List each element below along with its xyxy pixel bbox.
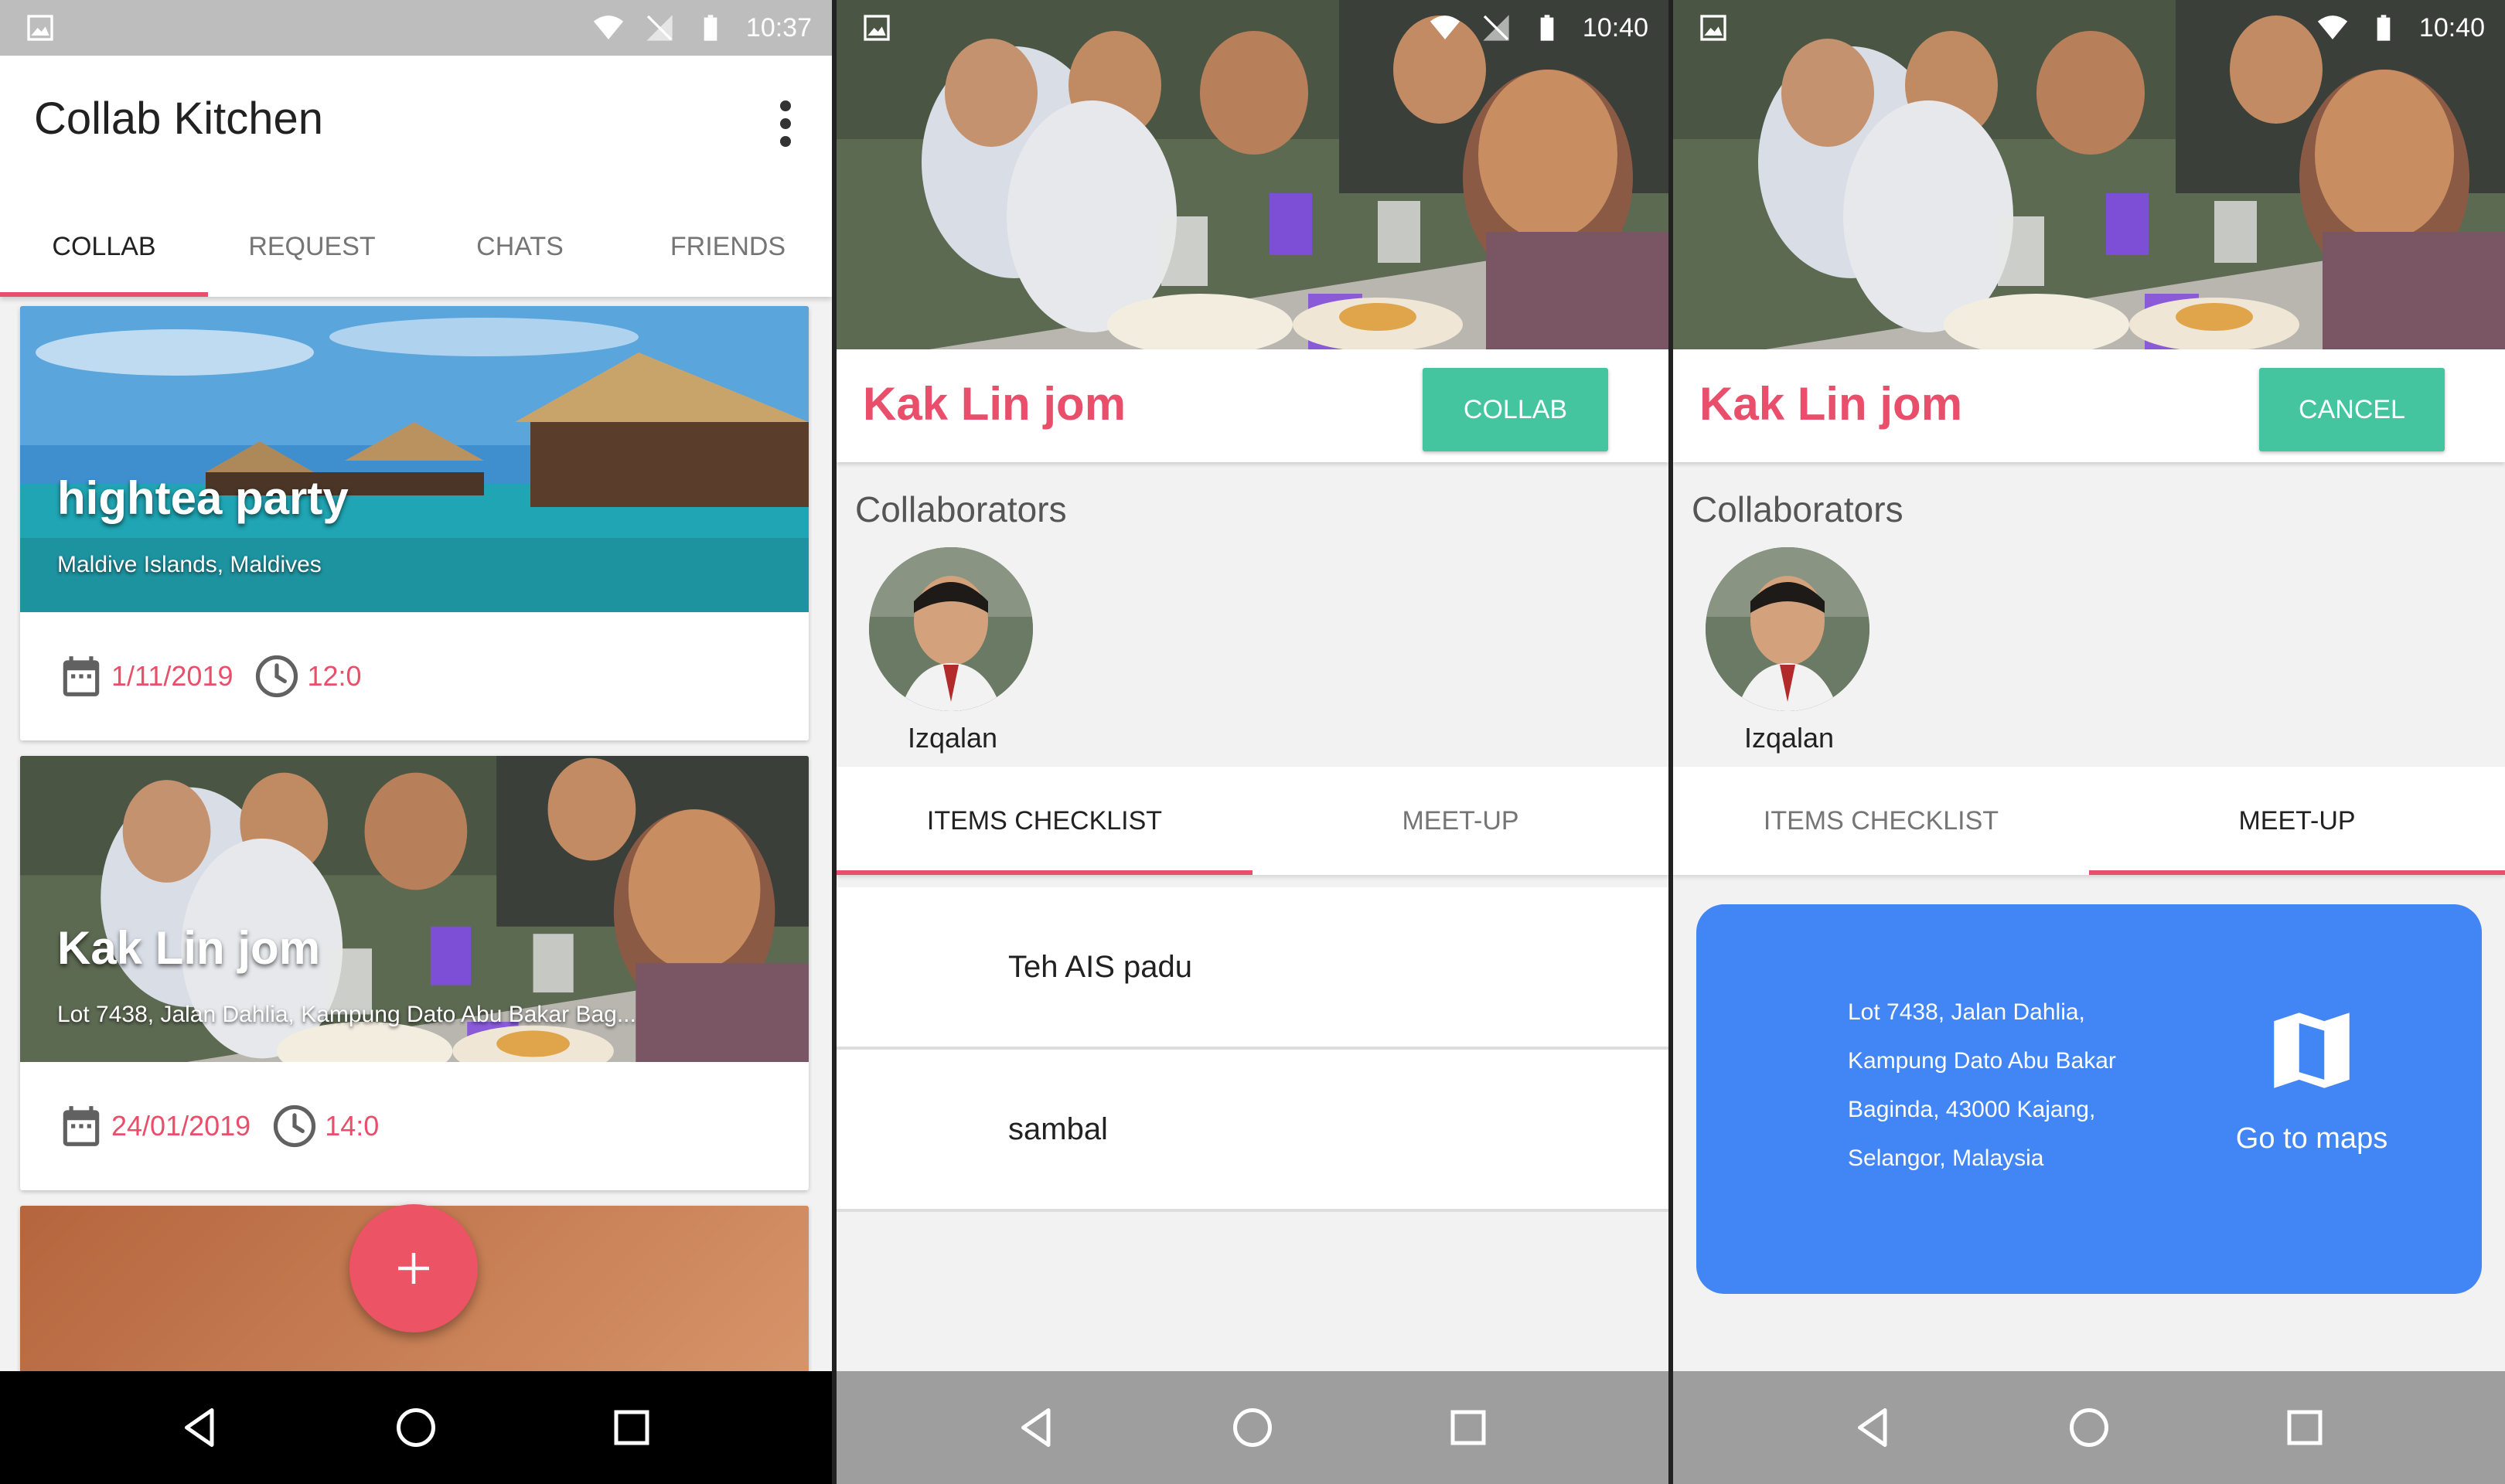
go-to-maps-button[interactable]: Go to maps: [2234, 1000, 2389, 1156]
collaborator-name: Izqalan: [907, 722, 998, 754]
event-time-text: 14:0: [325, 1110, 380, 1142]
wifi-icon: [593, 12, 624, 43]
event-card[interactable]: Kak Lin jom Lot 7438, Jalan Dahlia, Kamp…: [20, 756, 809, 1190]
status-bar: 10:40: [1673, 0, 2505, 56]
event-title: Kak Lin jom: [863, 378, 1126, 430]
address-line: Selangor, Malaysia: [1848, 1145, 2044, 1171]
status-time: 10:40: [1582, 12, 1648, 43]
recents-icon[interactable]: [2282, 1404, 2328, 1451]
screen-event-meetup: 10:40 Kak Lin jom CANCEL Collaborators I…: [1673, 0, 2505, 1484]
calendar-icon: [57, 652, 105, 700]
add-event-button[interactable]: [349, 1204, 478, 1333]
event-title-bar: Kak Lin jom CANCEL: [1673, 349, 2505, 462]
map-icon: [2261, 1000, 2362, 1101]
tab-chats[interactable]: CHATS: [416, 196, 624, 297]
address-line: Lot 7438, Jalan Dahlia,: [1848, 999, 2085, 1025]
main-tabs: COLLAB REQUEST CHATS FRIENDS: [0, 196, 832, 297]
detail-tabs: ITEMS CHECKLIST MEET-UP: [1673, 767, 2505, 875]
gallery-notification-icon: [1698, 12, 1729, 43]
list-item[interactable]: Teh AIS padu: [837, 887, 1668, 1050]
clock-icon: [253, 652, 301, 700]
more-vert-icon[interactable]: [770, 100, 801, 147]
signal-icon: [644, 12, 675, 43]
go-to-maps-label: Go to maps: [2235, 1122, 2388, 1155]
event-cover-image: Kak Lin jom Lot 7438, Jalan Dahlia, Kamp…: [20, 756, 809, 1062]
back-icon[interactable]: [177, 1404, 223, 1451]
screen-collab-list: 10:37 Collab Kitchen COLLAB REQUEST CHAT…: [0, 0, 832, 1484]
event-date: 1/11/2019: [57, 652, 233, 700]
event-date-text: 24/01/2019: [111, 1110, 251, 1142]
event-location: Lot 7438, Jalan Dahlia, Kampung Dato Abu…: [57, 1002, 636, 1027]
clock-icon: [271, 1102, 319, 1150]
calendar-icon: [57, 1102, 105, 1150]
event-meta: 1/11/2019 12:0: [20, 612, 809, 740]
recents-icon[interactable]: [1445, 1404, 1491, 1451]
event-title: Kak Lin jom: [57, 922, 321, 974]
event-time: 12:0: [253, 652, 362, 700]
meetup-location-card: Lot 7438, Jalan Dahlia, Kampung Dato Abu…: [1696, 904, 2482, 1294]
tab-friends[interactable]: FRIENDS: [624, 196, 832, 297]
status-time: 10:40: [2418, 12, 2485, 43]
cancel-button[interactable]: CANCEL: [2259, 368, 2445, 451]
tab-items-checklist[interactable]: ITEMS CHECKLIST: [837, 767, 1252, 875]
avatar[interactable]: [1706, 547, 1869, 711]
recents-icon[interactable]: [608, 1404, 655, 1451]
wifi-icon: [1430, 12, 1460, 43]
tab-request[interactable]: REQUEST: [208, 196, 416, 297]
event-card[interactable]: hightea party Maldive Islands, Maldives …: [20, 306, 809, 740]
collaborators-heading: Collaborators: [855, 489, 1067, 529]
nav-bar: [0, 1371, 832, 1484]
wifi-icon: [2317, 12, 2348, 43]
event-title: Kak Lin jom: [1699, 378, 1963, 430]
back-icon[interactable]: [1014, 1404, 1060, 1451]
event-title-bar: Kak Lin jom COLLAB: [837, 349, 1668, 462]
event-meta: 24/01/2019 14:0: [20, 1062, 809, 1190]
status-bar: 10:40: [837, 0, 1668, 56]
meetup-address: Lot 7438, Jalan Dahlia, Kampung Dato Abu…: [1848, 988, 2188, 1183]
collaborator-name: Izqalan: [1743, 722, 1835, 754]
status-bar: 10:37: [0, 0, 832, 56]
address-line: Baginda, 43000 Kajang,: [1848, 1097, 2096, 1122]
app-title: Collab Kitchen: [34, 94, 323, 144]
tab-items-checklist[interactable]: ITEMS CHECKLIST: [1673, 767, 2089, 875]
event-date-text: 1/11/2019: [111, 660, 233, 692]
collab-button[interactable]: COLLAB: [1423, 368, 1608, 451]
home-icon[interactable]: [2066, 1404, 2112, 1451]
nav-bar: [837, 1371, 1668, 1484]
battery-icon: [1532, 12, 1563, 43]
battery-icon: [2368, 12, 2399, 43]
app-bar: Collab Kitchen COLLAB REQUEST CHATS FRIE…: [0, 56, 832, 297]
status-time: 10:37: [745, 12, 812, 43]
event-time-text: 12:0: [307, 660, 362, 692]
event-location: Maldive Islands, Maldives: [57, 552, 322, 577]
nav-bar: [1673, 1371, 2505, 1484]
event-title: hightea party: [57, 472, 349, 524]
battery-icon: [695, 12, 726, 43]
home-icon[interactable]: [1229, 1404, 1276, 1451]
tab-collab[interactable]: COLLAB: [0, 196, 208, 297]
tab-meet-up[interactable]: MEET-UP: [2089, 767, 2505, 875]
back-icon[interactable]: [1850, 1404, 1897, 1451]
detail-tabs: ITEMS CHECKLIST MEET-UP: [837, 767, 1668, 875]
signal-icon: [1481, 12, 1512, 43]
items-checklist: Teh AIS padu sambal: [837, 887, 1668, 1212]
address-line: Kampung Dato Abu Bakar: [1848, 1048, 2116, 1074]
event-time: 14:0: [271, 1102, 379, 1150]
list-item[interactable]: sambal: [837, 1050, 1668, 1212]
gallery-notification-icon: [861, 12, 892, 43]
event-date: 24/01/2019: [57, 1102, 250, 1150]
avatar[interactable]: [869, 547, 1033, 711]
add-icon: [398, 1253, 429, 1284]
event-cover-image: hightea party Maldive Islands, Maldives: [20, 306, 809, 612]
collaborators-heading: Collaborators: [1692, 489, 1903, 529]
tab-meet-up[interactable]: MEET-UP: [1252, 767, 1668, 875]
screen-event-checklist: 10:40 Kak Lin jom COLLAB Collaborators I…: [837, 0, 1668, 1484]
gallery-notification-icon: [25, 12, 56, 43]
home-icon[interactable]: [393, 1404, 439, 1451]
